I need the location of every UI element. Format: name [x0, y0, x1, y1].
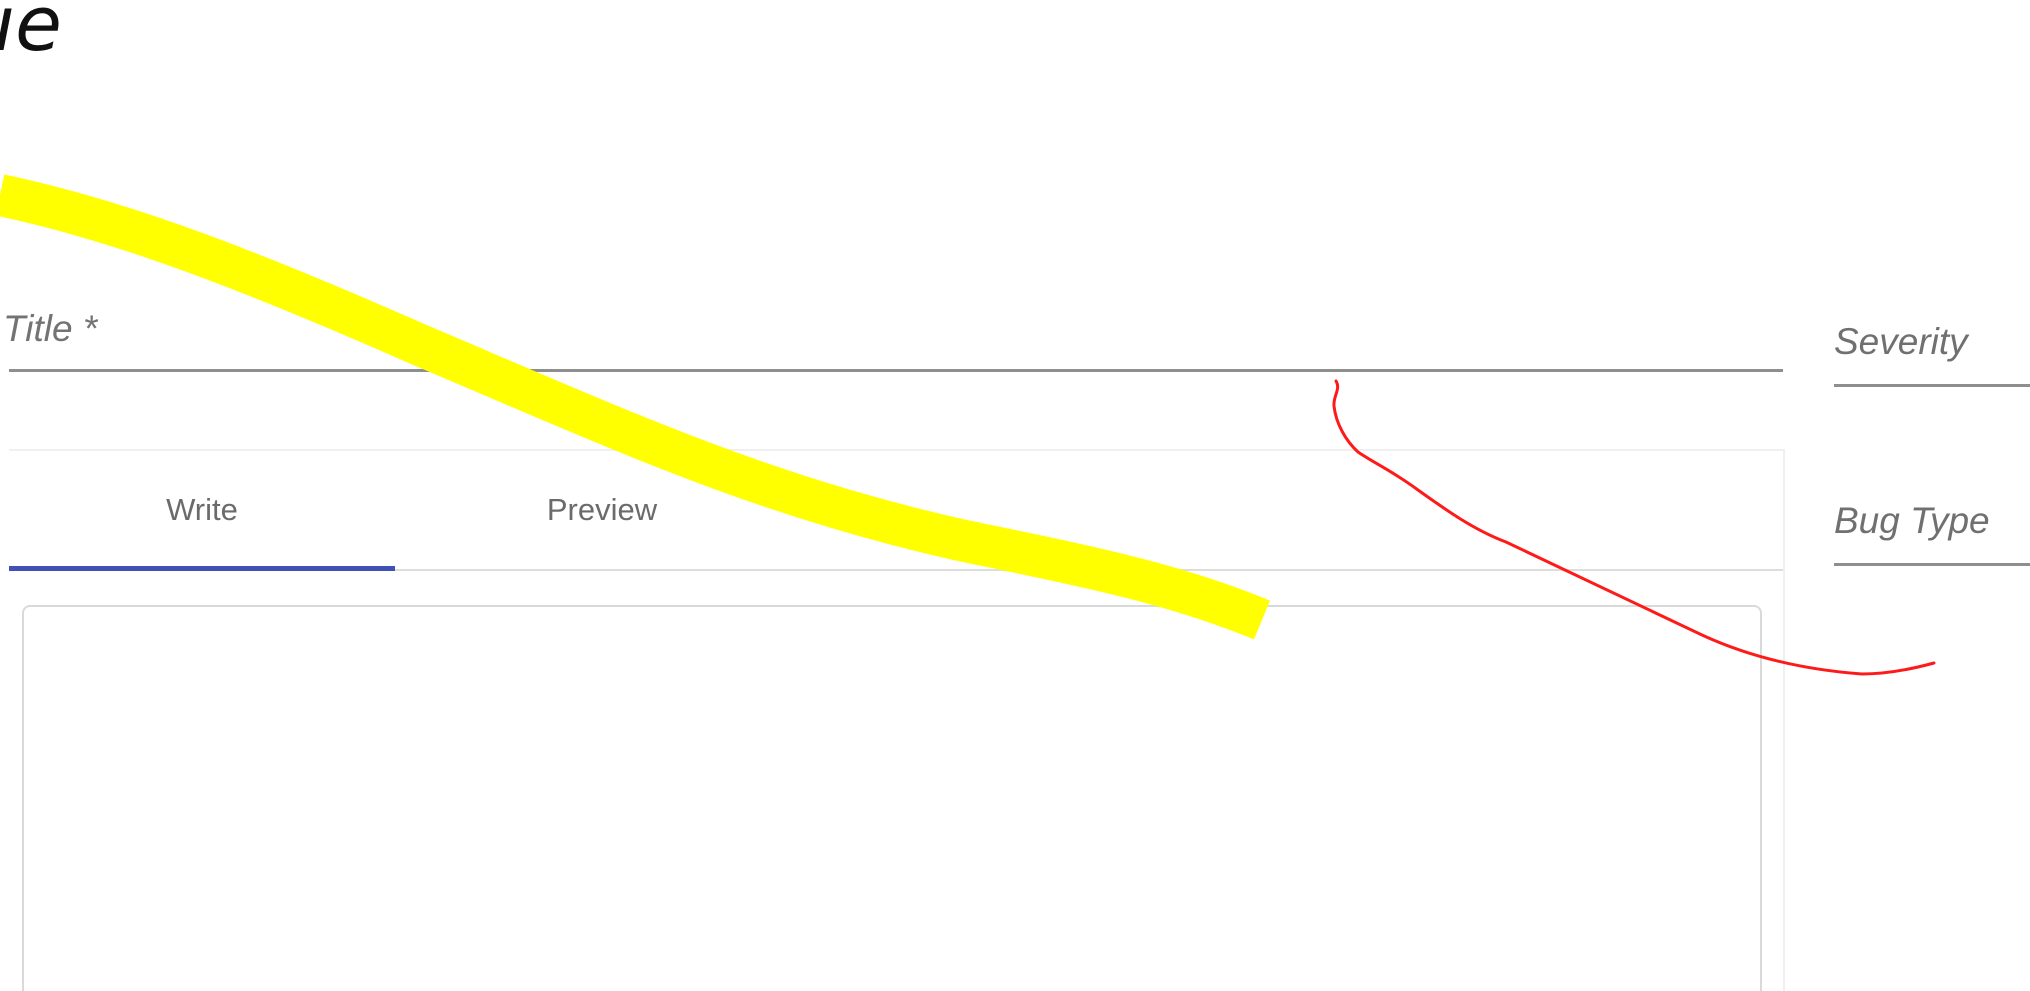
bug-type-field[interactable]: Bug Type	[1834, 486, 2030, 566]
title-field-underline	[9, 369, 1783, 372]
title-field-label: Title *	[3, 308, 98, 349]
editor-tab-bar: Write Preview	[9, 451, 1783, 571]
page: ıe Title * Write Preview Severity Bug Ty…	[0, 0, 2030, 991]
tab-preview[interactable]: Preview	[409, 451, 795, 569]
bug-type-field-label: Bug Type	[1834, 500, 1990, 541]
description-editor: Write Preview	[9, 449, 1785, 991]
severity-field-underline	[1834, 384, 2030, 387]
bug-type-field-underline	[1834, 563, 2030, 566]
severity-field-label: Severity	[1834, 321, 1968, 362]
tab-write[interactable]: Write	[9, 451, 395, 569]
severity-field[interactable]: Severity	[1834, 307, 2030, 387]
title-field[interactable]: Title *	[3, 296, 1783, 372]
description-textarea[interactable]	[22, 605, 1762, 991]
main-form-column: Title * Write Preview	[3, 0, 1785, 991]
tab-write-active-indicator	[9, 566, 395, 571]
